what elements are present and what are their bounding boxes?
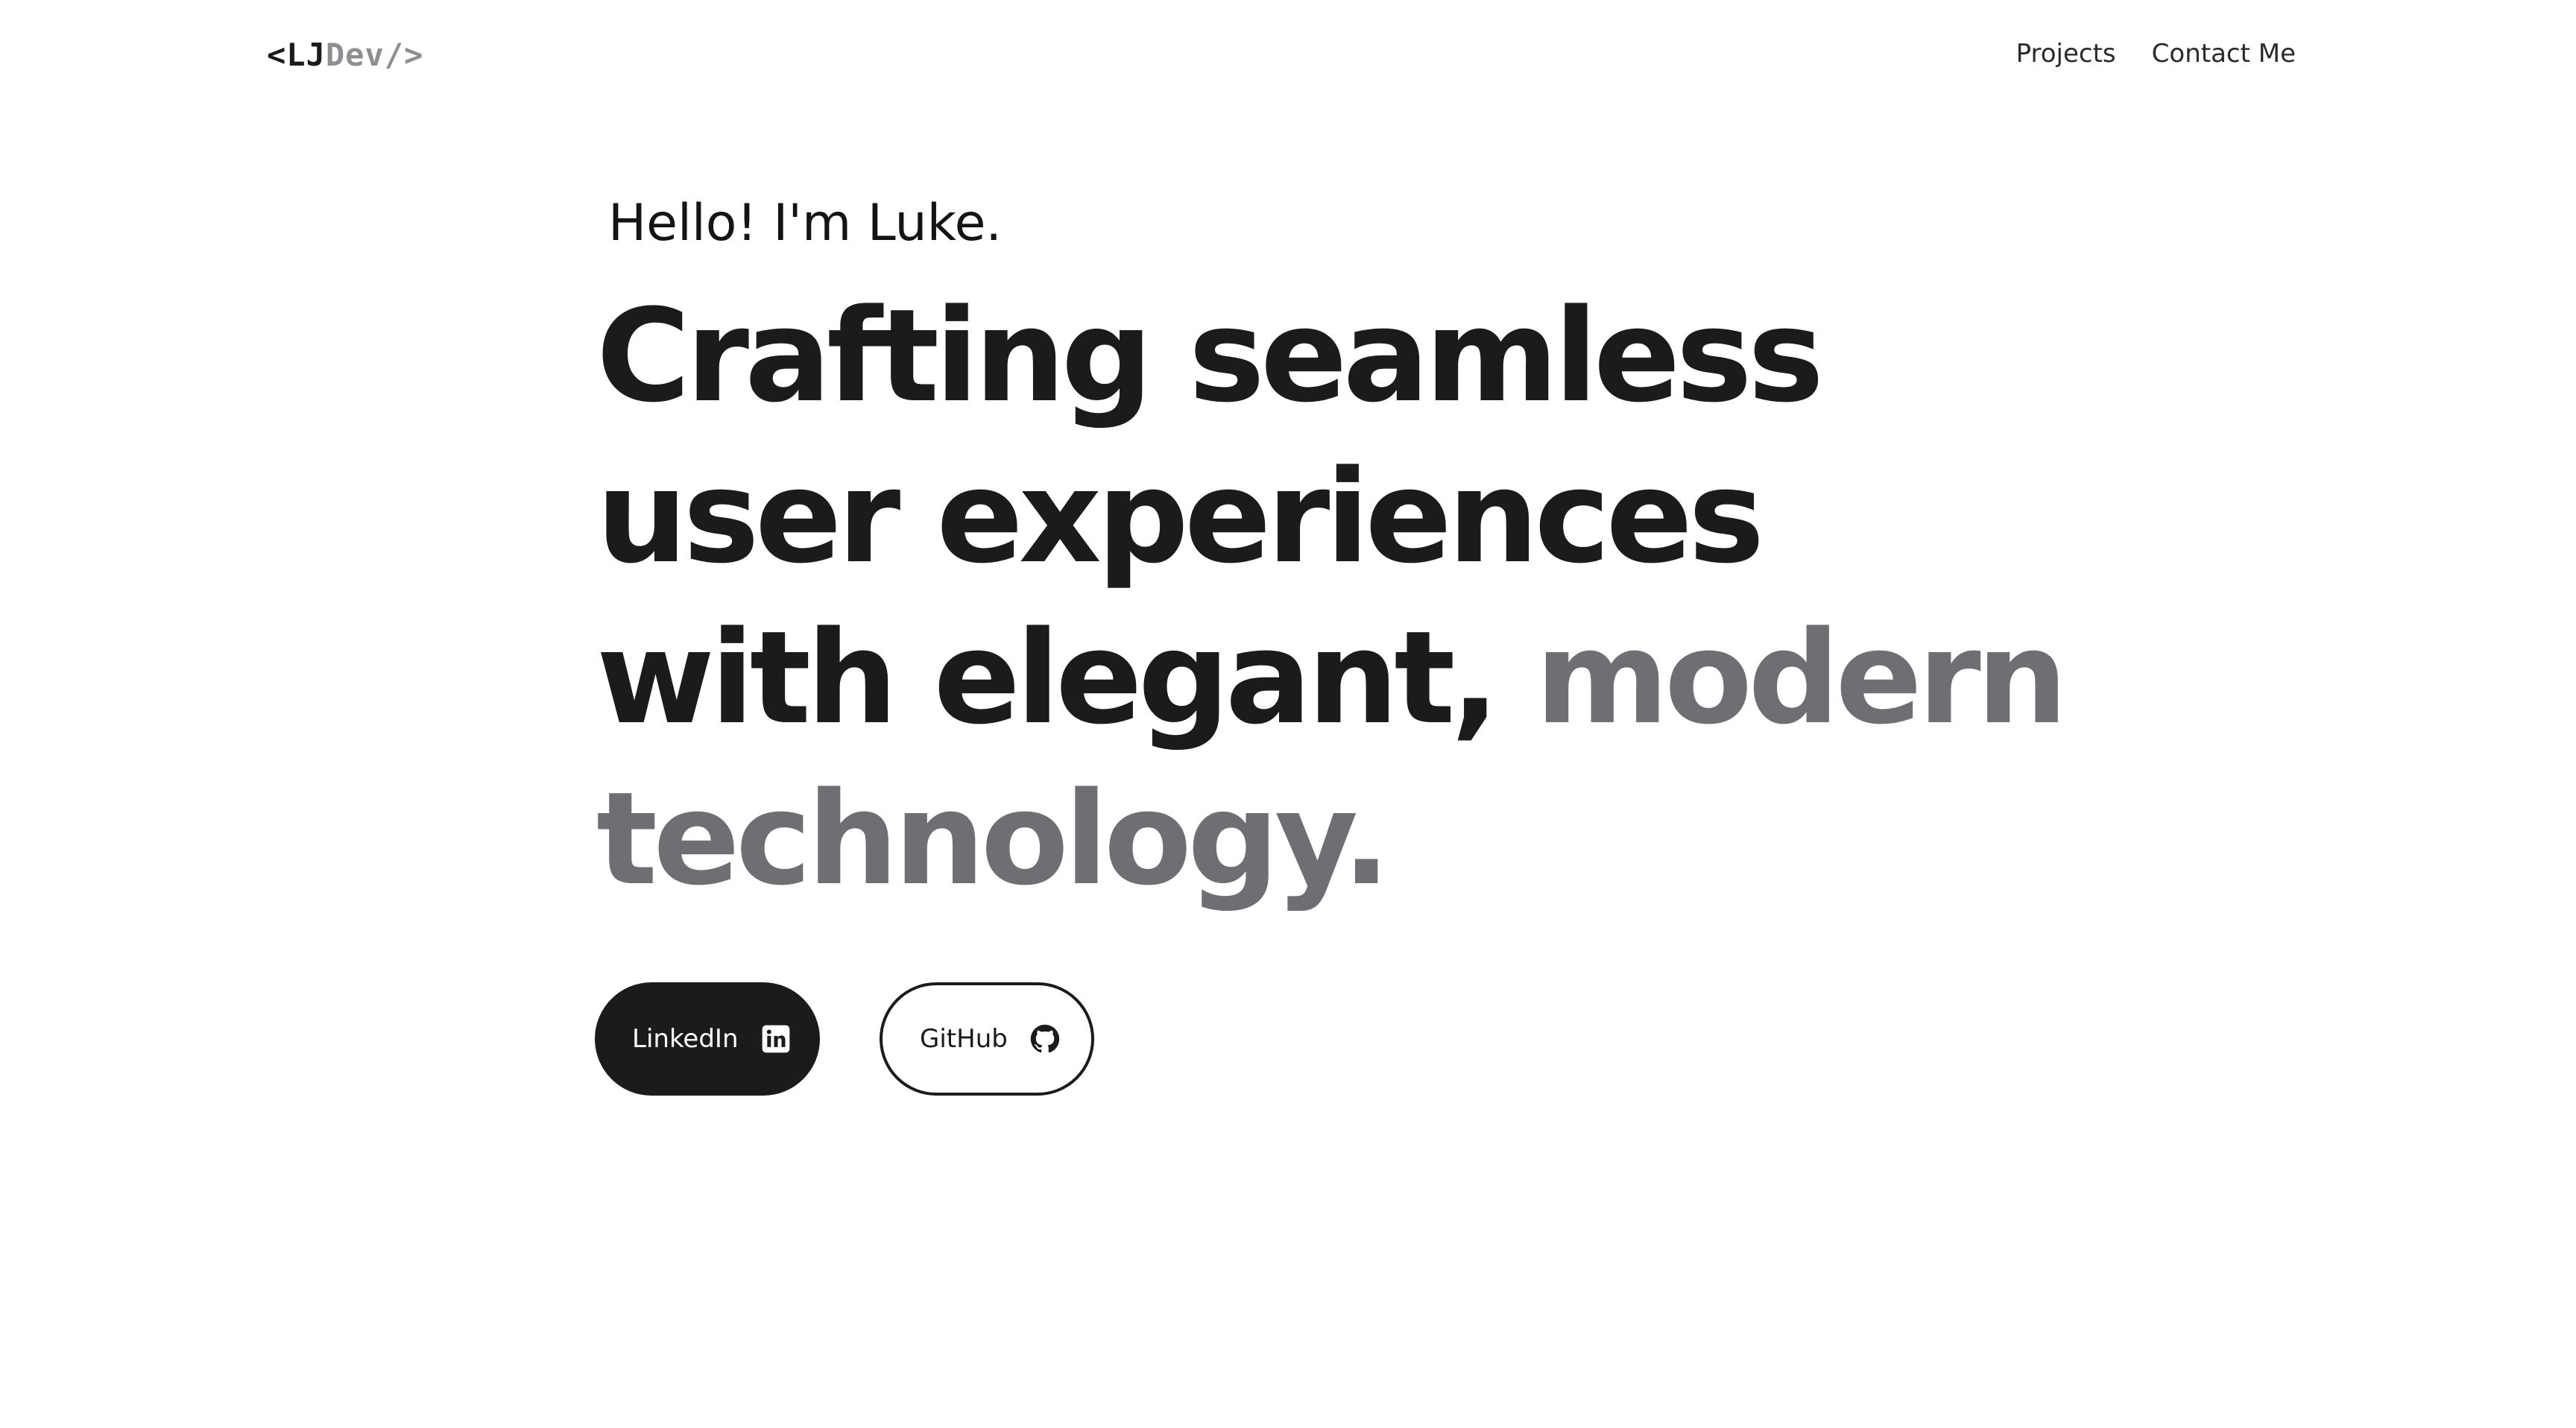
top-navigation-bar: <LJDev/> Projects Contact Me [0, 0, 2576, 109]
headline-line-3: with elegant, modern [596, 598, 2087, 759]
main-nav: Projects Contact Me [2016, 34, 2296, 73]
social-buttons: LinkedIn GitHub [595, 982, 1094, 1096]
nav-link-projects[interactable]: Projects [2016, 34, 2116, 73]
logo-suffix: Dev/> [325, 37, 424, 73]
linkedin-button-label: LinkedIn [632, 1024, 739, 1054]
hero-headline: Crafting seamless user experiences with … [596, 276, 2087, 920]
logo-initials: LJ [286, 37, 326, 73]
headline-line-3-gray: modern [1535, 603, 2068, 753]
headline-line-1: Crafting seamless [596, 281, 1824, 431]
headline-line-2: user experiences [596, 442, 1764, 592]
logo-open-bracket: < [267, 37, 287, 73]
hero-section: Hello! I'm Luke. Crafting seamless user … [596, 186, 2087, 920]
headline-line-4: technology. [596, 764, 1391, 914]
linkedin-icon [761, 1024, 791, 1054]
linkedin-button[interactable]: LinkedIn [595, 982, 820, 1096]
hero-greeting: Hello! I'm Luke. [608, 194, 1003, 253]
github-button[interactable]: GitHub [880, 982, 1094, 1096]
github-icon [1030, 1024, 1060, 1054]
nav-link-contact[interactable]: Contact Me [2152, 34, 2296, 73]
site-logo[interactable]: <LJDev/> [267, 36, 423, 75]
headline-line-3-dark: with elegant, [596, 603, 1535, 753]
github-button-label: GitHub [920, 1024, 1008, 1054]
